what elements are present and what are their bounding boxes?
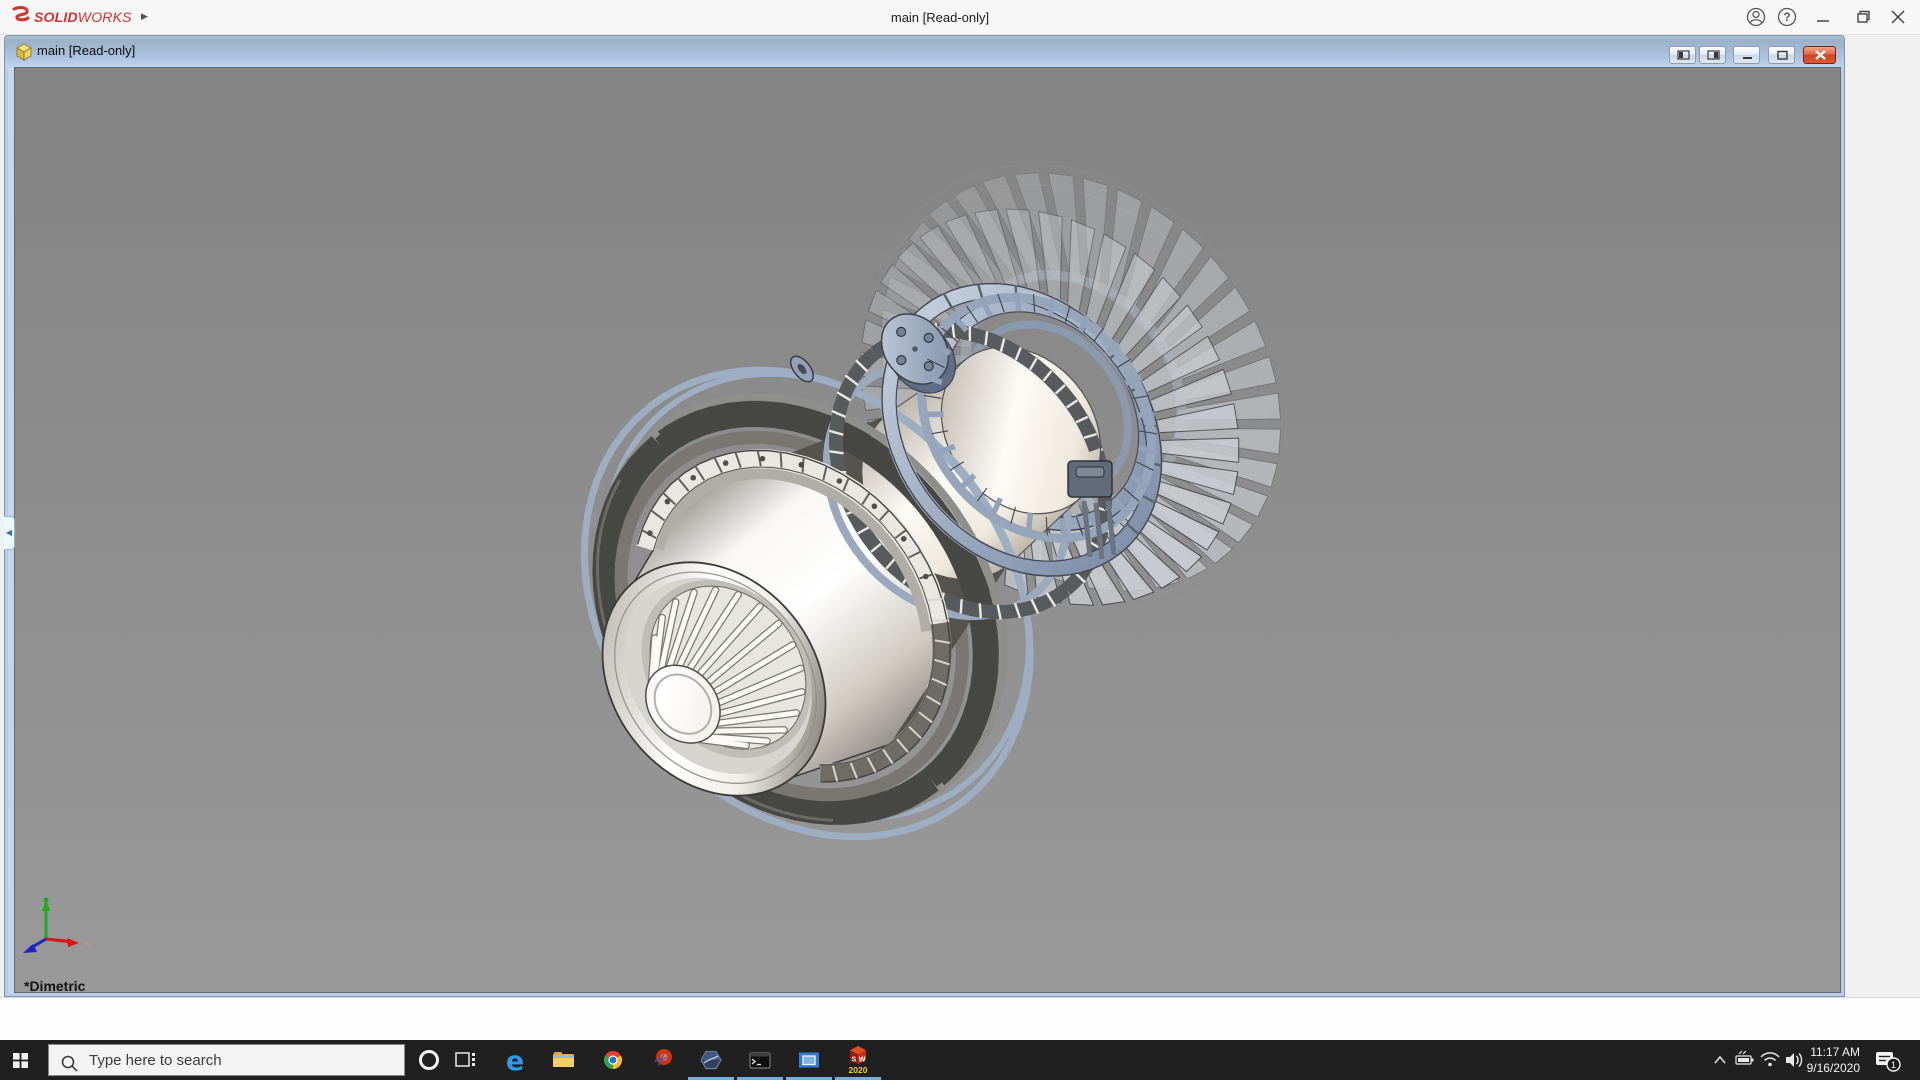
close-button[interactable] [1885,5,1911,29]
pane-left-button[interactable] [1669,46,1696,64]
doc-close-button[interactable] [1803,46,1836,64]
engine-3d-model [15,68,1842,994]
orientation-triad: x [13,891,103,966]
battery-icon[interactable] [1732,1040,1758,1080]
account-icon[interactable] [1743,5,1769,29]
chrome-icon[interactable] [589,1040,637,1080]
edge-icon[interactable]: e [491,1040,539,1080]
help-icon[interactable]: ? [1774,5,1800,29]
collapsed-panel-tab[interactable]: ◀ [4,516,15,550]
start-button[interactable] [0,1040,48,1080]
doc-restore-button[interactable] [1768,46,1795,64]
graphics-viewport[interactable]: x *Dimetric ◀ [14,67,1841,993]
svg-text:2020: 2020 [849,1065,868,1075]
search-placeholder: Type here to search [89,1045,222,1076]
taskbar: Type here to search e ✂ [0,1040,1920,1080]
solidworks-taskbar-icon[interactable]: S W 2020 [834,1040,882,1080]
svg-text:?: ? [1783,10,1790,24]
tray-clock[interactable]: 11:17 AM 9/16/2020 [1798,1044,1860,1076]
edrawings-icon[interactable] [687,1040,735,1080]
notification-icon[interactable]: 1 [1868,1040,1912,1080]
app-title-bar: SOLIDWORKS ▶ main [Read-only] ? [0,0,1920,35]
restore-button[interactable] [1849,5,1875,29]
screen-recorder-icon[interactable]: ✂ [638,1040,686,1080]
svg-text:S: S [851,1057,856,1064]
part-document-icon [15,43,33,61]
pane-right-button[interactable] [1699,46,1726,64]
wifi-icon[interactable] [1758,1040,1782,1080]
photos-icon[interactable] [785,1040,833,1080]
file-explorer-icon[interactable] [540,1040,588,1080]
tray-expand-chevron[interactable] [1706,1040,1734,1080]
document-window: main [Read-only] [4,35,1845,997]
terminal-icon[interactable] [736,1040,784,1080]
scissors-glyph: ✂ [650,1048,673,1072]
taskbar-search-box[interactable]: Type here to search [48,1044,405,1076]
svg-text:1: 1 [1891,1060,1896,1070]
search-icon [59,1053,81,1075]
document-title-bar: main [Read-only] [5,36,1844,67]
app-window-title: main [Read-only] [0,0,1880,35]
clock-time: 11:17 AM [1798,1044,1860,1060]
task-view-button[interactable] [442,1040,490,1080]
svg-text:x: x [85,938,90,948]
status-bar [0,997,1920,1040]
edge-letter-glyph: e [506,1046,524,1077]
svg-text:W: W [859,1057,866,1064]
document-title: main [Read-only] [37,36,135,67]
doc-minimize-button[interactable] [1733,46,1760,64]
clock-date: 9/16/2020 [1798,1060,1860,1076]
view-orientation-label: *Dimetric [24,978,85,994]
minimize-button[interactable] [1810,5,1836,29]
